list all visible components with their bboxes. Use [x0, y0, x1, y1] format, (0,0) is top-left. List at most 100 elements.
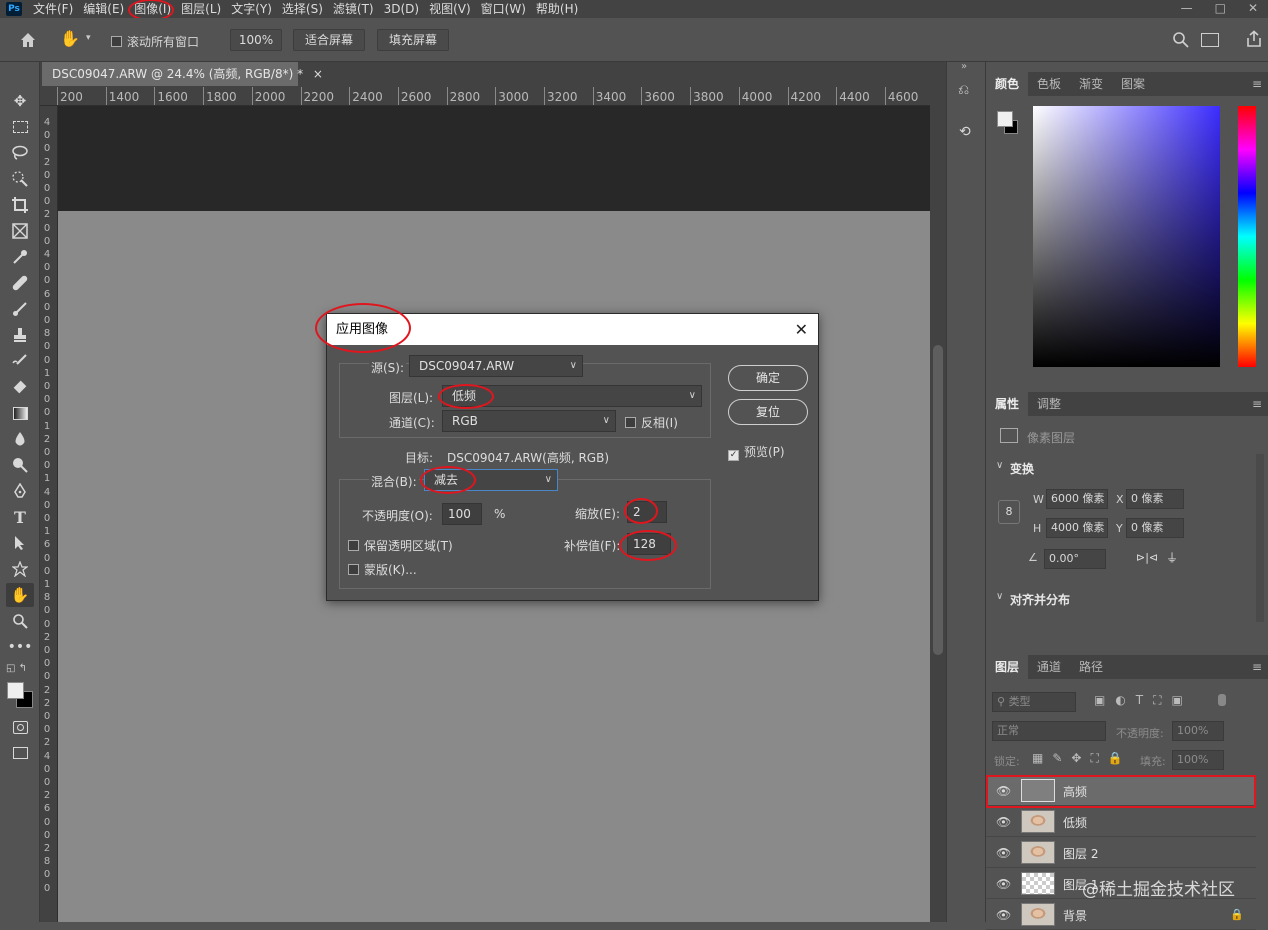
menu-window[interactable]: 窗口(W)	[476, 0, 531, 18]
gradient-tool-icon[interactable]	[8, 402, 32, 424]
history-panel-icon[interactable]: ⎌	[958, 82, 969, 98]
color-field[interactable]	[1033, 106, 1220, 367]
menu-image[interactable]: 图像(I)	[129, 0, 176, 18]
zoom-100-button[interactable]: 100%	[230, 29, 282, 51]
hand-tool-active-icon[interactable]: ✋	[6, 583, 34, 607]
eyedropper-tool-icon[interactable]	[8, 246, 32, 268]
collapse-panels-icon[interactable]: »	[961, 61, 967, 72]
source-select[interactable]: DSC09047.ARW ∨	[409, 355, 583, 377]
reset-button[interactable]: 复位	[728, 399, 808, 425]
layers-menu-icon[interactable]: ≡	[1252, 660, 1262, 674]
checkbox-box[interactable]	[111, 36, 122, 47]
checkbox-box[interactable]	[625, 417, 636, 428]
ok-button[interactable]: 确定	[728, 365, 808, 391]
tab-channels[interactable]: 通道	[1028, 655, 1070, 679]
menu-select[interactable]: 选择(S)	[277, 0, 328, 18]
menu-view[interactable]: 视图(V)	[424, 0, 476, 18]
brush-tool-icon[interactable]	[8, 298, 32, 320]
visibility-eye-icon[interactable]: 👁	[996, 815, 1011, 829]
properties-scrollbar[interactable]	[1256, 454, 1264, 622]
visibility-eye-icon[interactable]: 👁	[996, 846, 1011, 860]
layer-row-layer2[interactable]: 👁 图层 2	[986, 838, 1256, 868]
menu-type[interactable]: 文字(Y)	[226, 0, 277, 18]
transform-chevron-icon[interactable]: ∨	[996, 460, 1003, 471]
dodge-tool-icon[interactable]	[8, 454, 32, 476]
history-brush-tool-icon[interactable]	[8, 350, 32, 372]
layer-select[interactable]: 低频 ∨	[442, 385, 702, 407]
lock-icons[interactable]: ▦✎✥⛶🔒	[1032, 751, 1132, 766]
screen-mode-icon[interactable]	[8, 742, 32, 764]
tab-gradients[interactable]: 渐变	[1070, 72, 1112, 96]
tab-swatches[interactable]: 色板	[1028, 72, 1070, 96]
tab-adjustments[interactable]: 调整	[1028, 392, 1070, 416]
menu-3d[interactable]: 3D(D)	[379, 0, 424, 18]
pen-tool-icon[interactable]	[8, 480, 32, 502]
menu-edit[interactable]: 编辑(E)	[78, 0, 129, 18]
fit-screen-button[interactable]: 适合屏幕	[293, 29, 365, 51]
link-dimensions-icon[interactable]: 8	[998, 500, 1020, 524]
color-fg-swatch[interactable]	[997, 111, 1013, 127]
minimize-button[interactable]: —	[1181, 0, 1193, 16]
properties-menu-icon[interactable]: ≡	[1252, 397, 1262, 411]
checkbox-box-checked[interactable]: ✓	[728, 450, 739, 461]
marquee-tool-icon[interactable]	[8, 116, 32, 138]
layer-row-low-freq[interactable]: 👁 低频	[986, 807, 1256, 837]
quick-mask-icon[interactable]	[8, 716, 32, 738]
fill-screen-button[interactable]: 填充屏幕	[377, 29, 449, 51]
scale-input[interactable]: 2	[627, 501, 667, 523]
mask-checkbox[interactable]: 蒙版(K)...	[348, 561, 417, 578]
shape-tool-icon[interactable]	[8, 558, 32, 580]
flip-vertical-icon[interactable]: ⏚	[1166, 549, 1178, 566]
tab-properties[interactable]: 属性	[986, 392, 1029, 416]
frame-tool-icon[interactable]	[8, 220, 32, 242]
tab-close-icon[interactable]: ×	[313, 67, 323, 81]
fill-input[interactable]: 100%	[1172, 750, 1224, 770]
path-selection-tool-icon[interactable]	[8, 532, 32, 554]
swap-colors-icon[interactable]: ◱ ↰	[6, 663, 27, 674]
scrollbar-thumb[interactable]	[933, 345, 943, 655]
visibility-eye-icon[interactable]: 👁	[996, 877, 1011, 891]
chevron-down-icon[interactable]: ▾	[86, 33, 91, 43]
hand-tool-icon[interactable]: ✋	[60, 29, 80, 48]
width-input[interactable]: 6000 像素	[1046, 489, 1108, 509]
actions-panel-icon[interactable]: ⟲	[959, 124, 971, 140]
tab-paths[interactable]: 路径	[1070, 655, 1112, 679]
flip-horizontal-icon[interactable]: ⊳|⊲	[1136, 551, 1158, 564]
layer-opacity-input[interactable]: 100%	[1172, 721, 1224, 741]
panel-menu-icon[interactable]: ≡	[1252, 77, 1262, 91]
crop-tool-icon[interactable]	[8, 194, 32, 216]
menu-filter[interactable]: 滤镜(T)	[328, 0, 379, 18]
blend-mode-select[interactable]: 正常	[992, 721, 1106, 741]
document-tab[interactable]: DSC09047.ARW @ 24.4% (高频, RGB/8*) * ×	[42, 62, 323, 86]
menu-file[interactable]: 文件(F)	[28, 0, 78, 18]
menu-layer[interactable]: 图层(L)	[176, 0, 226, 18]
home-icon[interactable]	[18, 30, 38, 50]
search-icon[interactable]	[1172, 31, 1190, 52]
tab-layers[interactable]: 图层	[986, 655, 1029, 679]
stamp-tool-icon[interactable]	[8, 324, 32, 346]
blur-tool-icon[interactable]	[8, 428, 32, 450]
hue-slider[interactable]	[1238, 106, 1256, 367]
quick-selection-tool-icon[interactable]	[8, 168, 32, 190]
filter-toggle[interactable]	[1218, 694, 1226, 706]
blending-select[interactable]: 减去 ∨	[424, 469, 558, 491]
close-icon[interactable]: ✕	[795, 314, 808, 345]
close-window-button[interactable]: ✕	[1248, 0, 1258, 16]
menu-help[interactable]: 帮助(H)	[531, 0, 583, 18]
visibility-eye-icon[interactable]: 👁	[996, 784, 1011, 798]
tab-color[interactable]: 颜色	[986, 72, 1029, 96]
type-tool-icon[interactable]: T	[8, 506, 32, 528]
checkbox-box[interactable]	[348, 564, 359, 575]
layer-filter-select[interactable]: ⚲ 类型	[992, 692, 1076, 712]
preview-checkbox[interactable]: ✓ 预览(P)	[728, 443, 785, 461]
more-tools-icon[interactable]: •••	[8, 636, 33, 658]
align-chevron-icon[interactable]: ∨	[996, 591, 1003, 602]
eraser-tool-icon[interactable]	[8, 376, 32, 398]
x-input[interactable]: 0 像素	[1126, 489, 1184, 509]
opacity-input[interactable]: 100	[442, 503, 482, 525]
channel-select[interactable]: RGB ∨	[442, 410, 616, 432]
share-icon[interactable]	[1245, 30, 1263, 51]
height-input[interactable]: 4000 像素	[1046, 518, 1108, 538]
angle-input[interactable]: 0.00°	[1044, 549, 1106, 569]
maximize-button[interactable]: □	[1215, 0, 1226, 16]
